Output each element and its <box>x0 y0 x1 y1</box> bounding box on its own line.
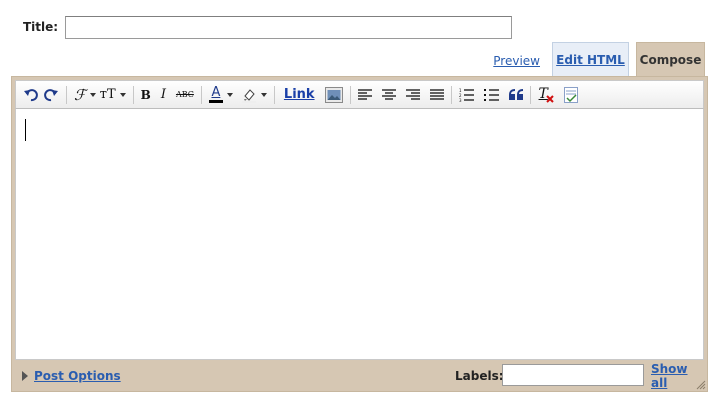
text-color-icon: A <box>208 84 223 103</box>
text-cursor <box>25 119 26 141</box>
formatting-toolbar: ℱ тT B I ABC A Link 1 2 3 T <box>15 80 704 109</box>
link-button[interactable]: Link <box>282 84 317 106</box>
font-size-icon: тT <box>99 87 116 102</box>
italic-button[interactable]: I <box>161 84 166 106</box>
highlight-icon <box>241 87 257 103</box>
text-color-dropdown[interactable]: A <box>208 84 233 106</box>
tab-edit-html[interactable]: Edit HTML <box>552 42 629 76</box>
chevron-down-icon <box>89 92 96 97</box>
align-left-icon <box>357 88 372 101</box>
toolbar-separator <box>349 85 351 104</box>
blockquote-button[interactable] <box>508 84 523 106</box>
tab-compose[interactable]: Compose <box>636 42 705 76</box>
editor-frame: ℱ тT B I ABC A Link 1 2 3 T Post Options… <box>11 76 708 392</box>
expand-triangle-icon <box>22 371 28 381</box>
spellcheck-icon <box>563 86 578 103</box>
image-button[interactable] <box>324 84 343 106</box>
numbered-list-button[interactable]: 123 <box>459 84 474 106</box>
blockquote-icon <box>508 88 523 101</box>
title-row: Title: <box>23 15 512 39</box>
remove-formatting-button[interactable]: T <box>538 84 554 106</box>
bold-icon: B <box>140 87 151 102</box>
toolbar-separator <box>66 85 67 104</box>
remove-formatting-icon: T <box>538 86 554 103</box>
strikethrough-button[interactable]: ABC <box>176 84 194 106</box>
justify-button[interactable] <box>429 84 444 106</box>
justify-icon <box>429 88 444 101</box>
align-right-button[interactable] <box>405 84 420 106</box>
chevron-down-icon <box>226 92 233 97</box>
title-label: Title: <box>23 20 59 34</box>
svg-text:3: 3 <box>459 98 462 102</box>
numbered-list-icon: 123 <box>459 88 474 102</box>
font-icon: ℱ <box>74 85 86 104</box>
image-icon <box>324 86 343 103</box>
labels-label: Labels: <box>455 369 504 383</box>
toolbar-separator <box>273 85 275 104</box>
bullet-list-button[interactable] <box>483 84 499 106</box>
toolbar-separator <box>200 85 202 104</box>
highlight-dropdown[interactable] <box>241 84 267 106</box>
align-center-button[interactable] <box>381 84 396 106</box>
resize-grip-icon[interactable] <box>695 379 706 390</box>
editor-tabs: Preview Edit HTML Compose <box>481 42 705 76</box>
post-body-editor[interactable] <box>15 109 704 360</box>
chevron-down-icon <box>260 92 267 97</box>
bullet-list-icon <box>483 88 499 102</box>
toolbar-separator <box>132 85 134 104</box>
toolbar-separator <box>529 85 531 104</box>
align-right-icon <box>405 88 420 101</box>
tab-preview[interactable]: Preview <box>481 54 552 76</box>
undo-icon[interactable] <box>23 84 39 106</box>
italic-icon: I <box>160 87 166 102</box>
post-options-label: Post Options <box>34 369 121 383</box>
bold-button[interactable]: B <box>141 84 151 106</box>
color-swatch <box>208 99 223 103</box>
chevron-down-icon <box>119 92 126 97</box>
text-color-glyph: A <box>211 84 221 100</box>
editor-footer: Post Options Labels: Show all <box>12 361 707 391</box>
align-left-button[interactable] <box>357 84 372 106</box>
redo-icon[interactable] <box>43 84 59 106</box>
font-family-dropdown[interactable]: ℱ <box>74 84 96 106</box>
align-center-icon <box>381 88 396 101</box>
post-options-toggle[interactable]: Post Options <box>22 369 121 383</box>
toolbar-separator <box>450 85 452 104</box>
labels-input[interactable] <box>502 364 644 386</box>
title-input[interactable] <box>65 15 512 39</box>
strikethrough-icon: ABC <box>175 90 194 99</box>
spellcheck-button[interactable] <box>563 84 578 106</box>
font-size-dropdown[interactable]: тT <box>100 84 126 106</box>
